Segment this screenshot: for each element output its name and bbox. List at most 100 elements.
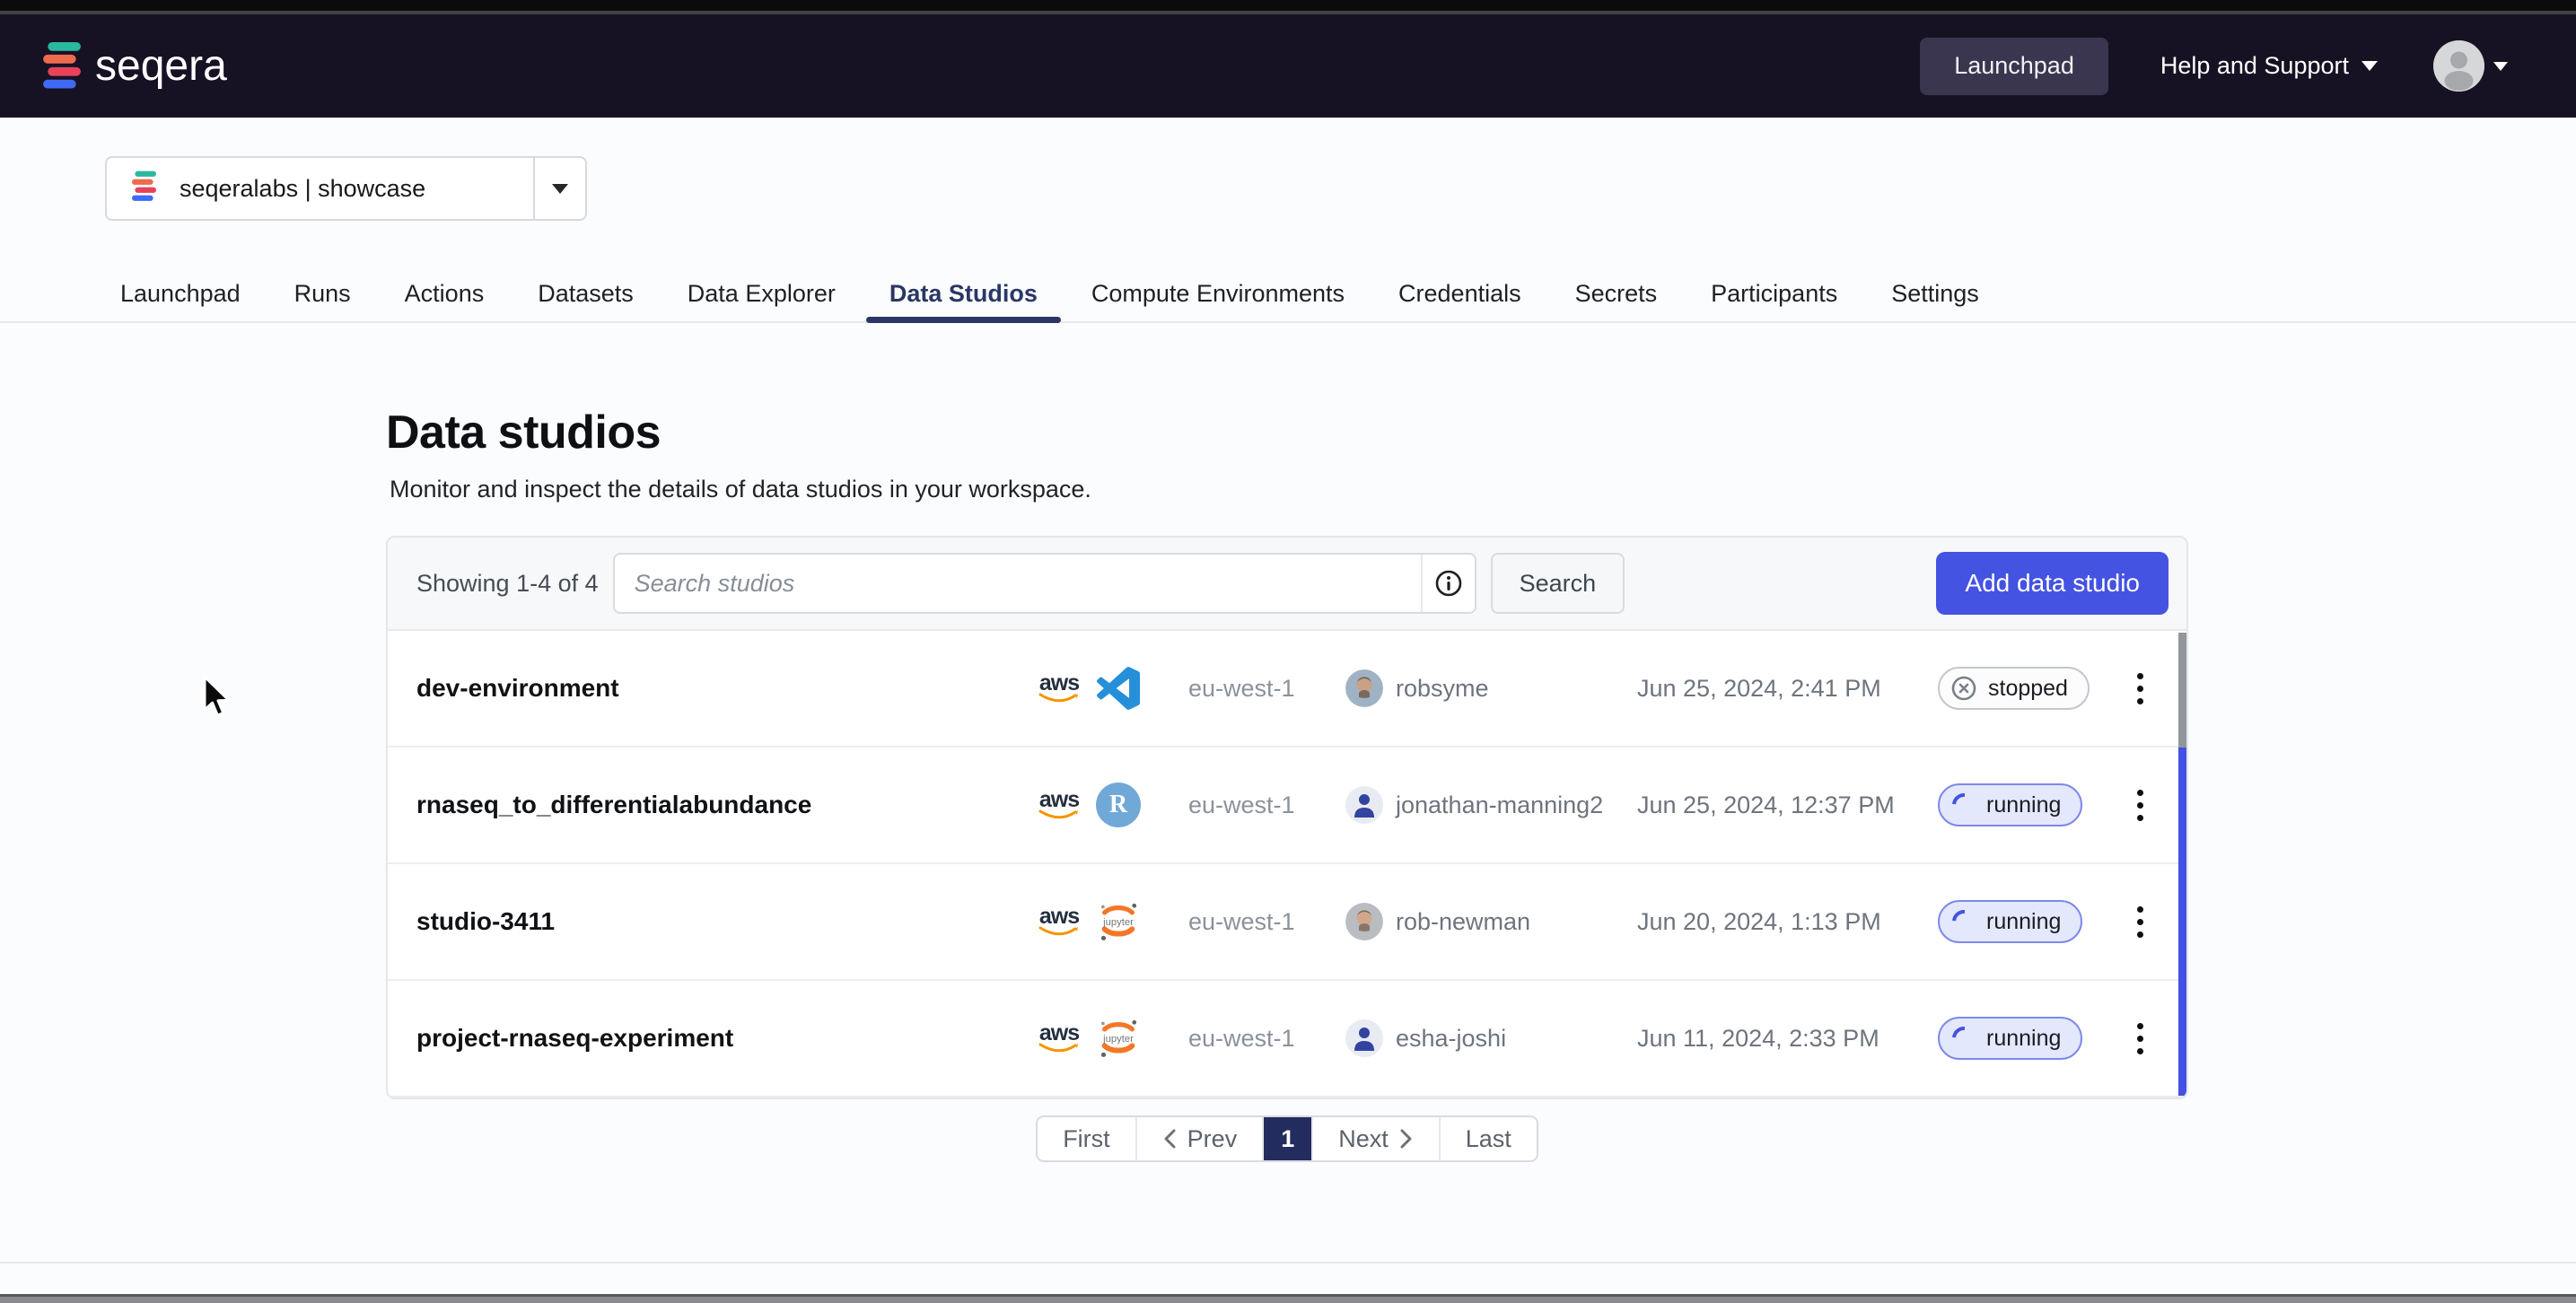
tab-participants[interactable]: Participants [1711, 266, 1837, 321]
user-avatar-icon [1345, 1019, 1383, 1057]
username-label: rob-newman [1396, 908, 1530, 936]
kebab-icon [2132, 784, 2149, 826]
tab-settings[interactable]: Settings [1891, 266, 1979, 321]
tab-runs[interactable]: Runs [294, 266, 351, 321]
pagination-first[interactable]: First [1038, 1117, 1136, 1160]
aws-icon: aws [1036, 673, 1082, 704]
tab-compute-environments[interactable]: Compute Environments [1091, 266, 1345, 321]
svg-text:jupyter: jupyter [1102, 1034, 1134, 1045]
table-toolbar: Showing 1-4 of 4 Search Add data studio [388, 538, 2186, 631]
region-label: eu-west-1 [1188, 908, 1345, 936]
pagination-next[interactable]: Next [1313, 1117, 1441, 1160]
workspace-tabs: Launchpad Runs Actions Datasets Data Exp… [0, 266, 2576, 323]
date-label: Jun 25, 2024, 2:41 PM [1637, 675, 1938, 703]
chevron-left-icon [1162, 1128, 1177, 1150]
row-menu-button[interactable] [2108, 668, 2171, 710]
svg-text:jupyter: jupyter [1102, 917, 1134, 928]
aws-icon: aws [1036, 1023, 1082, 1054]
studio-name-link[interactable]: rnaseq_to_differentialabundance [416, 791, 1036, 819]
studio-name-link[interactable]: studio-3411 [416, 907, 1036, 936]
tab-credentials[interactable]: Credentials [1398, 266, 1521, 321]
tab-data-explorer[interactable]: Data Explorer [688, 266, 836, 321]
user-avatar-icon [1345, 786, 1383, 824]
launchpad-button[interactable]: Launchpad [1920, 38, 2108, 95]
seqera-logo[interactable]: seqera [43, 41, 227, 91]
page-subtitle: Monitor and inspect the details of data … [390, 476, 2188, 503]
status-label: running [1986, 909, 2061, 935]
pagination: First Prev 1 Next Last [1036, 1115, 1538, 1162]
region-label: eu-west-1 [1188, 791, 1345, 819]
date-label: Jun 25, 2024, 12:37 PM [1637, 791, 1938, 819]
username-label: esha-joshi [1396, 1025, 1506, 1053]
date-label: Jun 11, 2024, 2:33 PM [1637, 1025, 1938, 1053]
tab-secrets[interactable]: Secrets [1575, 266, 1658, 321]
data-studios-table: Showing 1-4 of 4 Search Add data studio … [386, 536, 2188, 1099]
tab-launchpad[interactable]: Launchpad [120, 266, 241, 321]
spinner-icon [1948, 905, 1981, 939]
workspace-logo-icon [132, 171, 156, 207]
add-data-studio-button[interactable]: Add data studio [1936, 552, 2169, 615]
help-and-support-menu[interactable]: Help and Support [2160, 52, 2378, 80]
status-badge: running [1938, 783, 2082, 826]
page-title: Data studios [386, 406, 2188, 459]
row-menu-button[interactable] [2108, 784, 2171, 826]
pagination-last[interactable]: Last [1441, 1117, 1537, 1160]
table-row[interactable]: studio-3411 aws jupyter [388, 864, 2186, 981]
tab-datasets[interactable]: Datasets [538, 266, 634, 321]
stopped-icon [1950, 675, 1977, 702]
user-avatar [1345, 669, 1383, 707]
search-field [613, 553, 1476, 614]
row-menu-button[interactable] [2108, 901, 2171, 943]
status-label: running [1986, 792, 2061, 818]
scrollbar-track-accent [2178, 748, 2186, 1096]
username-label: robsyme [1396, 675, 1489, 703]
kebab-icon [2132, 901, 2149, 943]
chevron-right-icon [1399, 1128, 1414, 1150]
table-row[interactable]: dev-environment aws eu-west-1 [388, 631, 2186, 748]
info-icon[interactable] [1421, 555, 1475, 612]
jupyter-icon: jupyter [1095, 898, 1142, 945]
user-avatar-icon [2433, 40, 2484, 92]
showing-count: Showing 1-4 of 4 [416, 570, 599, 598]
date-label: Jun 20, 2024, 1:13 PM [1637, 908, 1938, 936]
status-badge: running [1938, 1017, 2082, 1060]
chevron-down-icon [2493, 62, 2508, 71]
tab-actions[interactable]: Actions [405, 266, 485, 321]
table-scrollbar[interactable] [2178, 633, 2186, 1097]
user-menu[interactable] [2433, 40, 2508, 92]
search-input[interactable] [615, 555, 1421, 612]
spinner-icon [1948, 1022, 1981, 1055]
status-badge: running [1938, 900, 2082, 943]
seqera-logo-icon [43, 42, 81, 91]
brand-wordmark: seqera [95, 41, 227, 91]
kebab-icon [2132, 1018, 2149, 1060]
aws-icon: aws [1036, 906, 1082, 938]
row-menu-button[interactable] [2108, 1018, 2171, 1060]
scrollbar-thumb[interactable] [2178, 633, 2186, 748]
workspace-selector[interactable]: seqeralabs | showcase [105, 156, 587, 221]
workspace-dropdown-button[interactable] [533, 158, 585, 219]
studio-name-link[interactable]: project-rnaseq-experiment [416, 1024, 1036, 1053]
user-avatar [1345, 903, 1383, 940]
kebab-icon [2132, 668, 2149, 710]
studio-name-link[interactable]: dev-environment [416, 674, 1036, 703]
search-button[interactable]: Search [1491, 553, 1625, 614]
pagination-prev[interactable]: Prev [1137, 1117, 1265, 1160]
status-label: stopped [1988, 676, 2068, 702]
chevron-down-icon [552, 184, 568, 194]
mouse-cursor [199, 675, 239, 724]
main-content: Data studios Monitor and inspect the det… [386, 406, 2188, 1162]
help-and-support-label: Help and Support [2160, 52, 2349, 80]
window-top-edge [0, 0, 2576, 14]
top-navbar: seqera Launchpad Help and Support [0, 14, 2576, 118]
rstudio-icon: R [1095, 782, 1142, 828]
tab-data-studios[interactable]: Data Studios [889, 266, 1038, 321]
table-row[interactable]: project-rnaseq-experiment aws jupyter [388, 981, 2186, 1097]
table-row[interactable]: rnaseq_to_differentialabundance aws R eu… [388, 748, 2186, 864]
footer-divider [0, 1262, 2576, 1264]
chevron-down-icon [2361, 61, 2378, 71]
region-label: eu-west-1 [1188, 675, 1345, 703]
pagination-page-1[interactable]: 1 [1264, 1117, 1313, 1160]
jupyter-icon: jupyter [1095, 1015, 1142, 1062]
username-label: jonathan-manning2 [1396, 791, 1603, 819]
